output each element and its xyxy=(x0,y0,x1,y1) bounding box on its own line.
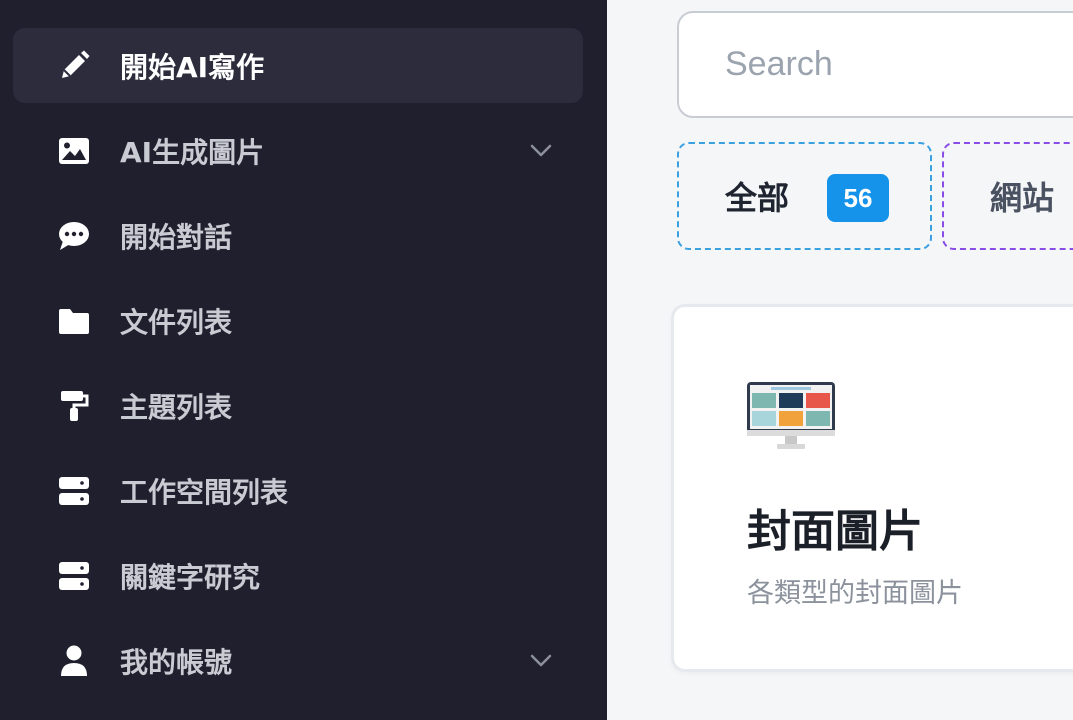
sidebar-item-label: 開始對話 xyxy=(120,220,233,254)
sidebar: 開始AI寫作 AI生成圖片 開始對話 文件列表 主題列表 工作空間列表 關鍵字研… xyxy=(0,0,607,720)
sidebar-item-documents[interactable]: 文件列表 xyxy=(13,283,583,358)
chevron-down-icon[interactable] xyxy=(528,138,554,164)
paint-roller-icon xyxy=(57,389,91,423)
sidebar-item-label: 開始AI寫作 xyxy=(120,50,265,84)
sidebar-item-account[interactable]: 我的帳號 xyxy=(13,623,583,698)
user-icon xyxy=(57,644,91,678)
sidebar-item-chat[interactable]: 開始對話 xyxy=(13,198,583,273)
folder-icon xyxy=(57,304,91,338)
sidebar-item-label: 文件列表 xyxy=(120,305,233,339)
sidebar-item-label: 關鍵字研究 xyxy=(120,560,261,594)
sidebar-item-label: AI生成圖片 xyxy=(120,135,265,169)
main-content: 全部 56 網站 封面圖片 各類型的封面圖片 xyxy=(607,0,1073,720)
sidebar-item-label: 主題列表 xyxy=(120,390,233,424)
monitor-icon xyxy=(747,382,837,452)
sidebar-item-label: 我的帳號 xyxy=(120,645,233,679)
sidebar-item-label: 工作空間列表 xyxy=(120,475,289,509)
sidebar-item-workspaces[interactable]: 工作空間列表 xyxy=(13,453,583,528)
pencil-icon xyxy=(57,49,91,83)
sidebar-item-keyword-research[interactable]: 關鍵字研究 xyxy=(13,538,583,613)
sidebar-item-ai-writing[interactable]: 開始AI寫作 xyxy=(13,28,583,103)
template-card[interactable]: 封面圖片 各類型的封面圖片 xyxy=(671,304,1073,672)
server-icon xyxy=(57,559,91,593)
chat-bubble-icon xyxy=(57,219,91,253)
image-icon xyxy=(57,134,91,168)
filter-label: 網站 xyxy=(990,179,1055,217)
card-title: 封面圖片 xyxy=(747,506,923,557)
filter-tab-website[interactable]: 網站 xyxy=(942,142,1073,250)
server-icon xyxy=(57,474,91,508)
sidebar-item-ai-image[interactable]: AI生成圖片 xyxy=(13,113,583,188)
count-badge: 56 xyxy=(827,174,889,222)
filter-tab-all[interactable]: 全部 56 xyxy=(677,142,932,250)
sidebar-item-themes[interactable]: 主題列表 xyxy=(13,368,583,443)
search-input[interactable] xyxy=(677,11,1073,118)
filter-label: 全部 xyxy=(725,179,790,217)
chevron-down-icon[interactable] xyxy=(528,648,554,674)
card-description: 各類型的封面圖片 xyxy=(747,578,963,609)
